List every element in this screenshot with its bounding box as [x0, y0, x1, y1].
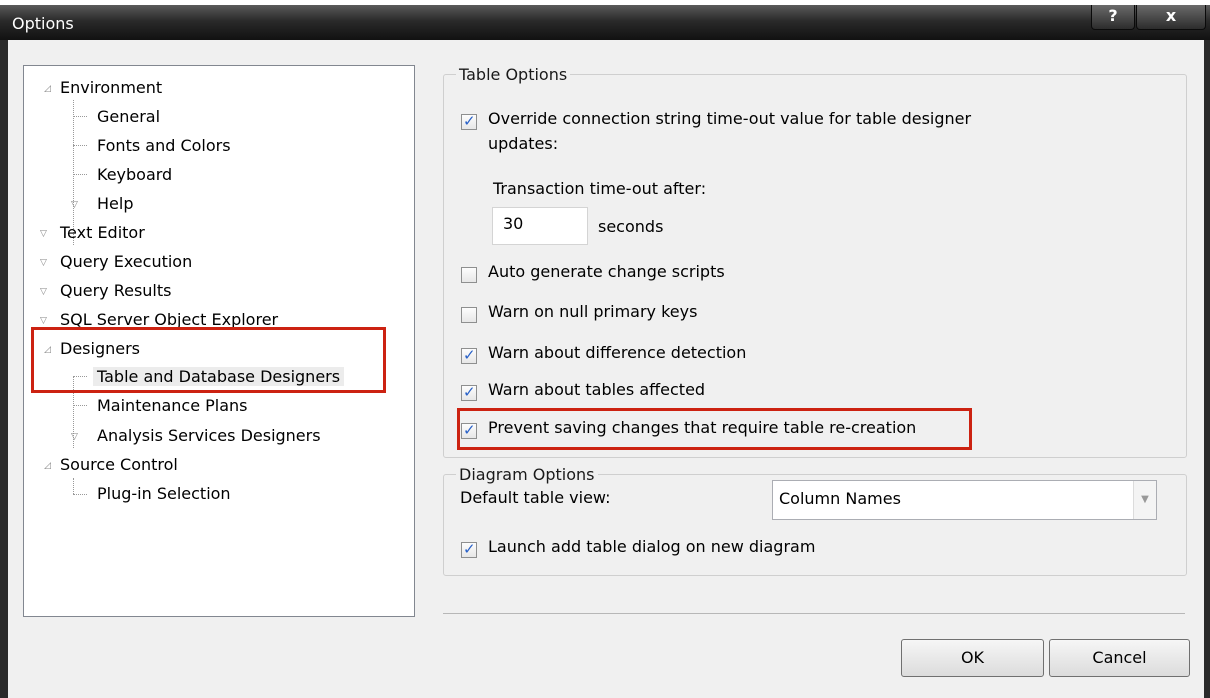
separator — [443, 613, 1185, 614]
expand-icon[interactable]: ▽ — [71, 432, 81, 442]
expand-icon[interactable]: ▽ — [71, 200, 81, 210]
window-border-left — [0, 40, 8, 698]
tree-item-query-results[interactable]: Query Results — [60, 281, 171, 300]
timeout-unit: seconds — [598, 217, 664, 236]
help-button[interactable]: ? — [1091, 5, 1135, 30]
launch-add-table-checkbox[interactable] — [461, 540, 477, 558]
options-dialog: Options ? x ◿ Environment General Fonts … — [0, 5, 1210, 698]
tree-item-general[interactable]: General — [97, 107, 160, 126]
override-timeout-label-cont: updates: — [488, 134, 559, 153]
diagram-options-legend: Diagram Options — [456, 465, 598, 484]
window-border-right — [1204, 40, 1210, 698]
collapse-icon[interactable]: ◿ — [44, 84, 54, 94]
tree-connector — [73, 116, 87, 117]
override-timeout-label: Override connection string time-out valu… — [488, 109, 972, 128]
auto-generate-label: Auto generate change scripts — [488, 262, 725, 281]
ok-button[interactable]: OK — [901, 639, 1044, 677]
warn-null-keys-label: Warn on null primary keys — [488, 302, 698, 321]
default-view-label: Default table view: — [460, 488, 611, 507]
designers-highlight — [31, 327, 386, 393]
expand-icon[interactable]: ▽ — [40, 316, 50, 326]
window-title: Options — [12, 14, 74, 33]
table-options-legend: Table Options — [456, 65, 571, 84]
default-view-value: Column Names — [779, 489, 901, 508]
warn-tables-affected-checkbox[interactable] — [461, 383, 477, 401]
close-button[interactable]: x — [1136, 5, 1206, 30]
tree-item-plug-in-selection[interactable]: Plug-in Selection — [97, 484, 231, 503]
warn-null-keys-checkbox[interactable] — [461, 307, 477, 323]
expand-icon[interactable]: ▽ — [40, 258, 50, 268]
tree-connector — [73, 478, 74, 494]
timeout-label: Transaction time-out after: — [493, 179, 707, 198]
warn-difference-checkbox[interactable] — [461, 346, 477, 364]
cancel-button[interactable]: Cancel — [1049, 639, 1190, 677]
launch-add-table-label: Launch add table dialog on new diagram — [488, 537, 816, 556]
tree-item-maintenance-plans[interactable]: Maintenance Plans — [97, 396, 248, 415]
expand-icon[interactable]: ▽ — [40, 287, 50, 297]
tree-connector — [73, 405, 87, 406]
warn-difference-label: Warn about difference detection — [488, 343, 747, 362]
tree-item-source-control[interactable]: Source Control — [60, 455, 178, 474]
timeout-input[interactable]: 30 — [492, 207, 588, 245]
warn-tables-affected-label: Warn about tables affected — [488, 380, 706, 399]
tree-connector — [73, 145, 87, 146]
tree-item-keyboard[interactable]: Keyboard — [97, 165, 172, 184]
tree-connector — [73, 494, 87, 495]
tree-item-query-execution[interactable]: Query Execution — [60, 252, 192, 271]
default-view-select[interactable]: Column Names ▼ — [772, 480, 1157, 520]
tree-item-help[interactable]: Help — [97, 194, 133, 213]
prevent-saving-highlight — [457, 408, 972, 450]
collapse-icon[interactable]: ◿ — [44, 461, 54, 471]
title-bar[interactable]: Options ? x — [0, 5, 1210, 40]
override-timeout-checkbox[interactable] — [461, 112, 477, 130]
tree-item-analysis-services-designers[interactable]: Analysis Services Designers — [97, 426, 321, 445]
tree-item-fonts-and-colors[interactable]: Fonts and Colors — [97, 136, 231, 155]
tree-item-environment[interactable]: Environment — [60, 78, 162, 97]
tree-connector — [73, 174, 87, 175]
auto-generate-checkbox[interactable] — [461, 267, 477, 283]
expand-icon[interactable]: ▽ — [40, 229, 50, 239]
tree-item-text-editor[interactable]: Text Editor — [60, 223, 145, 242]
chevron-down-icon[interactable]: ▼ — [1133, 481, 1156, 519]
